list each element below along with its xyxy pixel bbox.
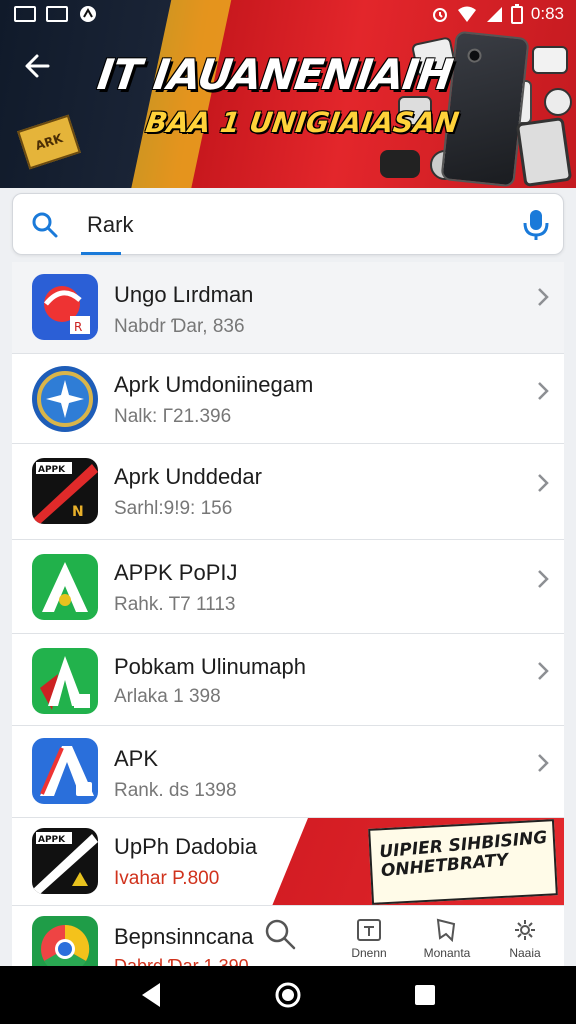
notification-icon: [14, 6, 36, 22]
notification-icon: [46, 6, 68, 22]
app-notification-icon: [80, 6, 96, 22]
app-icon: [32, 554, 98, 620]
app-meta: Arlaka 1 398: [114, 686, 221, 707]
promo-list-item[interactable]: UIPIER SIHBISING ONHETBRATY APPK UpPh Da…: [12, 818, 564, 906]
nav-back-icon[interactable]: [138, 980, 164, 1010]
list-item[interactable]: APK Rank. ds 1398: [12, 726, 564, 818]
chevron-right-icon: [538, 474, 549, 492]
status-bar: 0:83: [0, 0, 576, 28]
header-banner: 0:83 ARK IT IAUANENIAIH BAA 1 UNIGIAIASA…: [0, 0, 576, 188]
list-item[interactable]: APPK PoPIJ Rahk. T7 1113: [12, 540, 564, 634]
list-item[interactable]: Aprk Umdoniinegam Nalk: Γ21.396: [12, 354, 564, 444]
tab-label: Monanta: [423, 946, 471, 960]
chevron-right-icon: [538, 662, 549, 680]
tab-monanta[interactable]: Monanta: [408, 906, 486, 966]
app-icon: [32, 648, 98, 714]
svg-text:N: N: [72, 504, 84, 520]
chevron-right-icon: [538, 288, 549, 306]
app-meta: Dabrd Ɗar 1 390: [114, 956, 249, 966]
app-name: UpPh Dadobia: [114, 834, 258, 859]
app-meta: Nabdr Ɗar, 836: [114, 316, 245, 337]
app-name: Ungo Lırdman: [114, 282, 254, 307]
app-meta: Ivahar P.800: [114, 868, 220, 889]
bottom-tab-bar: Dnenn Monanta Naaia: [330, 906, 564, 966]
app-meta: Rahk. T7 1113: [114, 594, 236, 615]
wifi-icon: [457, 6, 476, 22]
app-name: Aprk Umdoniinegam: [114, 372, 314, 397]
tab-dnenn[interactable]: Dnenn: [330, 906, 408, 966]
settings-icon: [515, 920, 535, 940]
nav-recents-icon[interactable]: [412, 980, 438, 1010]
app-meta: Nalk: Γ21.396: [114, 406, 232, 427]
app-name: Bepnsinncana: [114, 924, 254, 949]
app-name: APK: [114, 746, 159, 771]
app-meta: Sarhl:9!9: 156: [114, 498, 233, 519]
app-icon: R: [32, 274, 98, 340]
alarm-icon: [432, 8, 447, 22]
app-meta: Rank. ds 1398: [114, 780, 237, 801]
gadget-camera-graphic: [380, 150, 420, 178]
search-input[interactable]: Rark: [87, 212, 133, 238]
small-phone-graphic: [515, 116, 573, 188]
banner-subtitle: BAA 1 UNIGIAIASAN: [143, 106, 462, 139]
signal-icon: [486, 7, 502, 22]
search-tab-icon[interactable]: [262, 916, 298, 952]
svg-text:APPK: APPK: [38, 465, 66, 475]
chevron-right-icon: [538, 570, 549, 588]
svg-text:R: R: [74, 320, 82, 334]
svg-text:APPK: APPK: [38, 835, 66, 845]
gadget-disc-graphic: [544, 88, 572, 116]
app-icon: [32, 738, 98, 804]
chevron-right-icon: [538, 754, 549, 772]
list-item[interactable]: APPK N Aprk Unddedar Sarhl:9!9: 156: [12, 444, 564, 540]
banner-badge: ARK: [17, 114, 81, 170]
chevron-right-icon: [538, 382, 549, 400]
nav-home-icon[interactable]: [274, 980, 302, 1010]
system-nav-bar: [0, 966, 576, 1024]
app-name: APPK PoPIJ: [114, 560, 238, 585]
tab-naaia[interactable]: Naaia: [486, 906, 564, 966]
gadget-card-graphic: [532, 46, 568, 74]
tab-label: Naaia: [509, 946, 541, 960]
app-name: Aprk Unddedar: [114, 464, 262, 489]
microphone-icon[interactable]: [521, 208, 551, 242]
app-icon: [32, 366, 98, 432]
tab-label: Dnenn: [351, 946, 387, 960]
search-underline: [81, 252, 121, 255]
app-icon: APPK N: [32, 458, 98, 524]
browser-app-icon: [32, 916, 98, 966]
search-bar[interactable]: Rark: [12, 193, 564, 255]
list-item[interactable]: R Ungo Lırdman Nabdr Ɗar, 836: [12, 262, 564, 354]
bookmark-icon: [436, 918, 456, 942]
battery-icon: [510, 4, 523, 24]
banner-title: IT IAUANENIAIH: [94, 50, 456, 99]
list-item[interactable]: Pobkam Ulinumaph Arlaka 1 398: [12, 634, 564, 726]
calendar-icon: [357, 919, 381, 941]
back-arrow-icon[interactable]: [20, 48, 56, 84]
status-time: 0:83: [530, 4, 564, 23]
search-icon: [32, 212, 58, 238]
app-name: Pobkam Ulinumaph: [114, 654, 306, 679]
app-icon: APPK: [32, 828, 98, 894]
